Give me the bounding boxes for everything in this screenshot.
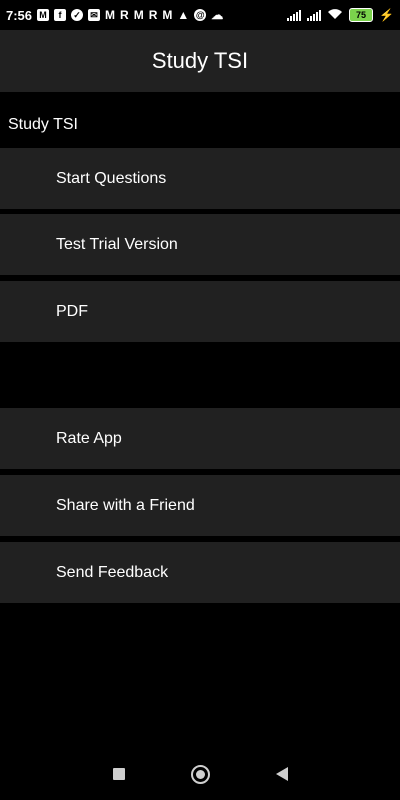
navigation-bar [0, 748, 400, 800]
share-item[interactable]: Share with a Friend [0, 475, 400, 536]
home-button[interactable] [190, 764, 210, 784]
status-right: 75 ⚡ [287, 8, 394, 23]
back-button[interactable] [275, 767, 288, 781]
pdf-item[interactable]: PDF [0, 281, 400, 342]
pdf-label: PDF [56, 302, 88, 320]
m-icon: M [162, 8, 173, 22]
app-bar: Study TSI [0, 30, 400, 92]
status-left: 7:56 M f ✓ ✉ M R M R M ▲ @ ☁ [6, 8, 223, 23]
signal-icon [307, 9, 322, 21]
wifi-icon [327, 8, 343, 23]
m-icon: M [133, 8, 144, 22]
m-icon: M [105, 8, 116, 22]
send-feedback-label: Send Feedback [56, 563, 169, 581]
clock: 7:56 [6, 7, 33, 23]
rate-app-item[interactable]: Rate App [0, 408, 400, 469]
check-icon: ✓ [71, 9, 84, 21]
r-icon: R [148, 8, 158, 22]
warning-icon: ▲ [177, 8, 190, 22]
facebook-icon: f [54, 9, 67, 21]
share-label: Share with a Friend [56, 496, 195, 514]
start-questions-label: Start Questions [56, 169, 167, 187]
signal-icon [287, 9, 302, 21]
mail-icon: ✉ [88, 9, 101, 21]
test-trial-label: Test Trial Version [56, 235, 178, 253]
cloud-icon: ☁ [211, 8, 224, 22]
recents-button[interactable] [112, 768, 125, 780]
m-icon: M [37, 9, 50, 21]
start-questions-item[interactable]: Start Questions [0, 148, 400, 209]
rate-app-label: Rate App [56, 429, 122, 447]
charging-icon: ⚡ [379, 8, 394, 22]
battery-icon: 75 [349, 8, 374, 22]
r-icon: R [120, 8, 129, 22]
test-trial-item[interactable]: Test Trial Version [0, 214, 400, 275]
at-icon: @ [194, 9, 207, 21]
app-title: Study TSI [151, 48, 249, 73]
send-feedback-item[interactable]: Send Feedback [0, 542, 400, 603]
status-bar: 7:56 M f ✓ ✉ M R M R M ▲ @ ☁ 75 ⚡ [0, 0, 400, 30]
section-header: Study TSI [8, 116, 78, 133]
